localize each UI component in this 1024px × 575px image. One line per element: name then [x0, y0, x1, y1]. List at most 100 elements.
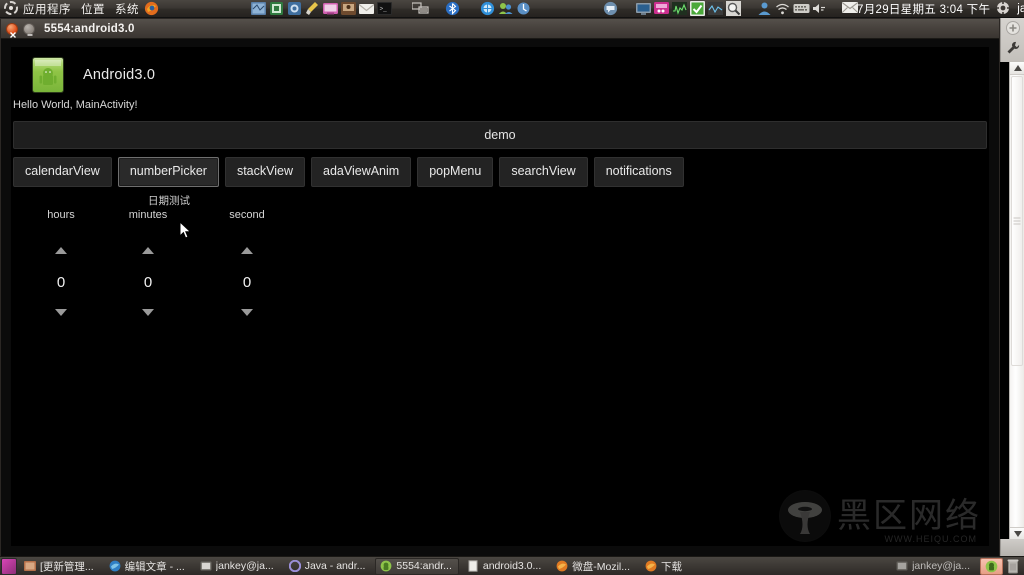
panel-status-icons — [603, 1, 858, 16]
taskbar-item-downloads[interactable]: 下载 — [640, 558, 689, 575]
minimize-icon[interactable] — [23, 22, 35, 36]
chevron-down-icon[interactable] — [100, 308, 196, 334]
side-tools-panel — [1000, 18, 1024, 62]
firefox-icon — [556, 560, 568, 572]
users-icon[interactable] — [498, 1, 513, 16]
chevron-down-icon[interactable] — [199, 308, 295, 334]
window-title: 5554:android3.0 — [44, 22, 135, 35]
bluetooth-icon[interactable] — [445, 1, 460, 16]
session-indicator-icon[interactable] — [996, 1, 1011, 16]
show-desktop-icon[interactable] — [1, 557, 17, 575]
document-icon — [467, 560, 479, 572]
update-icon[interactable] — [516, 1, 531, 16]
number-picker-group: 日期测试 hours 0 minutes 0 second 0 — [11, 193, 989, 333]
zoom-in-icon[interactable] — [1005, 20, 1020, 35]
printer-icon[interactable] — [287, 1, 302, 16]
mail-envelope-icon[interactable] — [842, 1, 858, 16]
eclipse-icon — [288, 560, 301, 572]
picker-label-second: second — [229, 208, 265, 221]
taskbar-item-emulator-thumb[interactable] — [980, 557, 1003, 575]
terminal-icon[interactable]: >_ — [377, 1, 392, 16]
taskbar-item-emulator-active[interactable]: 5554:andr... — [375, 557, 459, 575]
taskbar-label: 微盘-Mozil... — [572, 560, 631, 573]
emulator-window: 5554:android3.0 Android3.0 Hello World, … — [0, 18, 1000, 556]
chevron-up-icon[interactable] — [13, 229, 109, 254]
scrollbar-thumb[interactable] — [1011, 76, 1023, 366]
checkmark-icon[interactable] — [690, 1, 705, 16]
window-body: Android3.0 Hello World, MainActivity! de… — [1, 39, 999, 556]
taskbar-label: 下载 — [661, 560, 683, 573]
picker-value-minutes[interactable]: 0 — [100, 274, 196, 291]
menu-places[interactable]: 位置 — [80, 1, 106, 17]
button-stackview[interactable]: stackView — [224, 157, 305, 187]
broom-icon[interactable] — [305, 1, 320, 16]
chevron-down-icon[interactable] — [13, 308, 109, 334]
pink-tool-icon[interactable] — [654, 1, 669, 16]
button-adaviewanim[interactable]: adaViewAnim — [311, 157, 412, 187]
close-icon[interactable] — [6, 22, 18, 38]
watermark-text: 黑区网络 — [837, 496, 981, 536]
menu-applications[interactable]: 应用程序 — [22, 1, 72, 17]
keyboard-icon[interactable] — [793, 1, 810, 16]
taskbar-item-update-manager[interactable]: [更新管理... — [19, 558, 101, 575]
taskbar-label: 编辑文章 - ... — [124, 560, 185, 573]
messenger-icon[interactable] — [341, 1, 356, 16]
ubuntu-logo-icon[interactable] — [4, 1, 18, 16]
display-icon[interactable] — [323, 1, 338, 16]
android-app-icon — [33, 58, 63, 92]
button-notifications[interactable]: notifications — [593, 157, 684, 187]
android-icon — [985, 560, 998, 573]
taskbar-item-terminal-2[interactable]: jankey@ja... — [891, 558, 977, 575]
taskbar-item-weipan[interactable]: 微盘-Mozil... — [551, 558, 637, 575]
menu-system[interactable]: 系统 — [114, 1, 140, 17]
button-calendarview[interactable]: calendarView — [13, 157, 112, 187]
taskbar-item-terminal-1[interactable]: jankey@ja... — [195, 558, 281, 575]
chevron-up-icon[interactable] — [100, 229, 196, 254]
taskbar-item-eclipse[interactable]: Java - andr... — [284, 558, 373, 575]
button-numberpicker[interactable]: numberPicker — [117, 157, 219, 187]
volume-icon[interactable] — [811, 1, 826, 16]
taskbar-label: Java - andr... — [304, 560, 366, 572]
scroll-up-icon[interactable] — [1010, 62, 1024, 75]
chat-icon[interactable] — [603, 1, 618, 16]
picker-value-second[interactable]: 0 — [199, 274, 295, 291]
scrollbar-grip — [1013, 216, 1021, 227]
chevron-up-icon[interactable] — [199, 229, 295, 254]
mail-icon[interactable] — [359, 1, 374, 16]
android-icon — [380, 560, 392, 572]
panel-username[interactable]: jankey — [1017, 3, 1024, 15]
wifi-icon[interactable] — [775, 1, 790, 16]
trash-icon[interactable] — [1006, 558, 1020, 574]
number-picker-hours: hours 0 — [13, 209, 109, 334]
svg-text:>_: >_ — [380, 6, 388, 13]
taskbar-label: 5554:andr... — [396, 560, 452, 572]
taskbar-item-editor[interactable]: 编辑文章 - ... — [104, 558, 192, 575]
picker-title: 日期测试 — [148, 194, 190, 207]
terminal-icon — [896, 560, 908, 572]
vertical-scrollbar[interactable] — [1009, 62, 1024, 540]
system-monitor-icon[interactable] — [672, 1, 687, 16]
panel-clock[interactable]: 7月29日星期五 3:04 下午 — [857, 1, 990, 17]
panel-launcher-icons: >_ — [251, 1, 531, 16]
app-title: Android3.0 — [83, 67, 156, 83]
search-magnifier-icon[interactable] — [726, 1, 741, 16]
monitor-icon[interactable] — [636, 1, 651, 16]
top-panel: 应用程序 位置 系统 >_ 7月29日星期五 3:04 下午 ja — [0, 0, 1024, 18]
firefox-icon[interactable] — [144, 1, 159, 16]
button-popmenu[interactable]: popMenu — [417, 157, 494, 187]
firefox-icon — [109, 560, 121, 572]
terminal-icon — [200, 560, 212, 572]
demo-bar[interactable]: demo — [13, 121, 987, 149]
graph-icon[interactable] — [708, 1, 723, 16]
picker-value-hours[interactable]: 0 — [13, 274, 109, 291]
android-emulator-screen: Android3.0 Hello World, MainActivity! de… — [11, 47, 989, 546]
workspace-switcher-icon[interactable] — [412, 1, 429, 16]
taskbar-item-android-doc[interactable]: android3.0... — [462, 558, 548, 575]
network-map-icon[interactable] — [251, 1, 266, 16]
button-searchview[interactable]: searchView — [499, 157, 588, 187]
window-titlebar[interactable]: 5554:android3.0 — [1, 19, 999, 39]
browser-globe-icon[interactable] — [480, 1, 495, 16]
package-icon[interactable] — [269, 1, 284, 16]
user-icon[interactable] — [757, 1, 772, 16]
wrench-icon[interactable] — [1005, 40, 1020, 55]
